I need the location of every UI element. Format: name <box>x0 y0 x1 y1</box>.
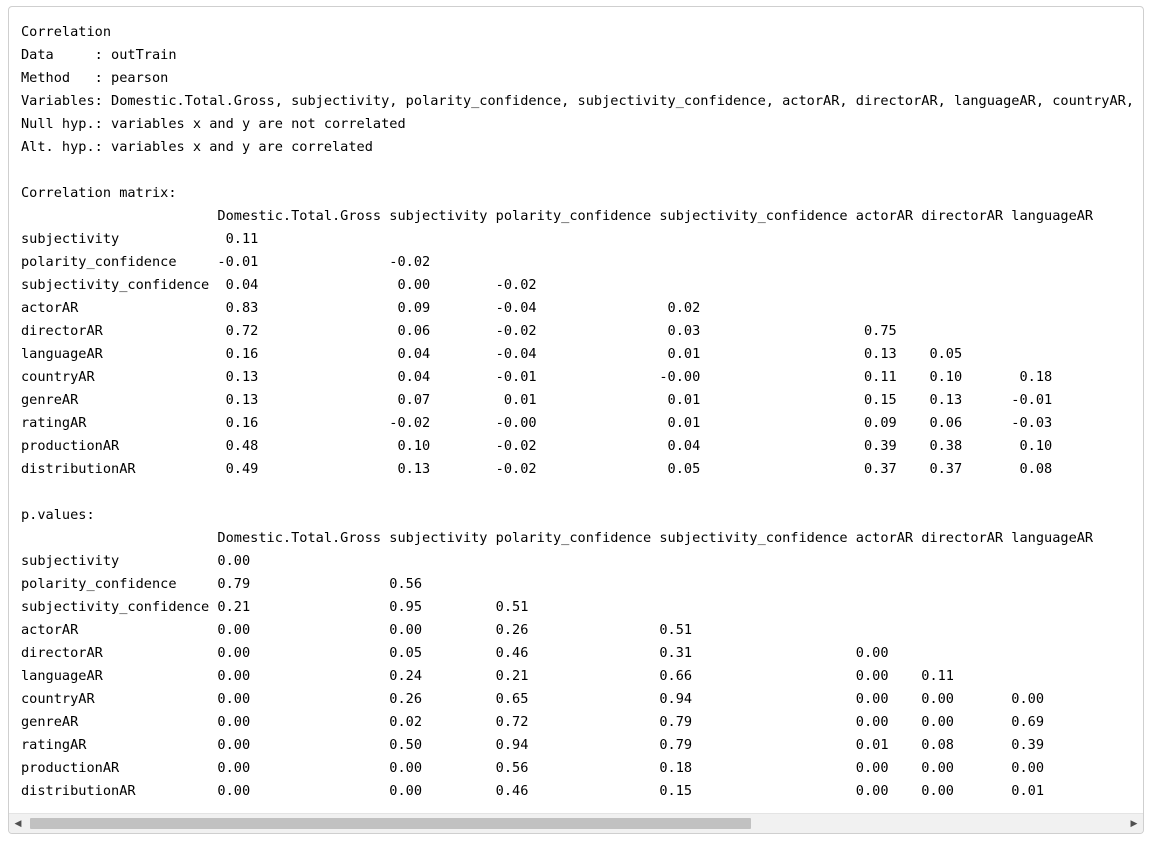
console-line: actorAR 0.83 0.09 -0.04 0.02 <box>21 300 701 316</box>
console-line: ratingAR 0.00 0.50 0.94 0.79 0.01 0.08 0… <box>21 737 1045 753</box>
output-panel: Correlation Data : outTrain Method : pea… <box>8 6 1144 834</box>
console-line: genreAR 0.00 0.02 0.72 0.79 0.00 0.00 0.… <box>21 714 1045 730</box>
console-line: polarity_confidence -0.01 -0.02 <box>21 254 431 270</box>
console-output: Correlation Data : outTrain Method : pea… <box>9 7 1143 803</box>
console-line: distributionAR 0.49 0.13 -0.02 0.05 0.37… <box>21 461 1053 477</box>
console-line: subjectivity 0.00 <box>21 553 251 569</box>
scroll-left-icon[interactable]: ◀ <box>9 814 27 833</box>
console-line: subjectivity 0.11 <box>21 231 259 247</box>
console-line: productionAR 0.00 0.00 0.56 0.18 0.00 0.… <box>21 760 1045 776</box>
console-line: Alt. hyp.: variables x and y are correla… <box>21 139 373 155</box>
console-line: countryAR 0.00 0.26 0.65 0.94 0.00 0.00 … <box>21 691 1045 707</box>
console-line: productionAR 0.48 0.10 -0.02 0.04 0.39 0… <box>21 438 1053 454</box>
console-line: Correlation <box>21 24 112 40</box>
console-line: ratingAR 0.16 -0.02 -0.00 0.01 0.09 0.06… <box>21 415 1053 431</box>
scroll-right-icon[interactable]: ▶ <box>1125 814 1143 833</box>
console-line: subjectivity_confidence 0.21 0.95 0.51 <box>21 599 529 615</box>
console-line: Method : pearson <box>21 70 169 86</box>
console-line: p.values: <box>21 507 95 523</box>
console-line: Correlation matrix: <box>21 185 177 201</box>
console-line: Domestic.Total.Gross subjectivity polari… <box>21 530 1094 546</box>
horizontal-scrollbar[interactable]: ◀ ▶ <box>9 813 1143 833</box>
console-line: genreAR 0.13 0.07 0.01 0.01 0.15 0.13 -0… <box>21 392 1053 408</box>
output-viewport: Correlation Data : outTrain Method : pea… <box>9 7 1143 815</box>
console-line: Data : outTrain <box>21 47 177 63</box>
console-line: directorAR 0.00 0.05 0.46 0.31 0.00 <box>21 645 889 661</box>
console-line: polarity_confidence 0.79 0.56 <box>21 576 423 592</box>
console-line: directorAR 0.72 0.06 -0.02 0.03 0.75 <box>21 323 897 339</box>
console-line: subjectivity_confidence 0.04 0.00 -0.02 <box>21 277 537 293</box>
console-line: languageAR 0.00 0.24 0.21 0.66 0.00 0.11 <box>21 668 954 684</box>
console-line: distributionAR 0.00 0.00 0.46 0.15 0.00 … <box>21 783 1045 799</box>
console-line: Domestic.Total.Gross subjectivity polari… <box>21 208 1094 224</box>
console-line: Variables: Domestic.Total.Gross, subject… <box>21 93 1143 109</box>
console-line: languageAR 0.16 0.04 -0.04 0.01 0.13 0.0… <box>21 346 963 362</box>
scrollbar-thumb[interactable] <box>30 818 751 829</box>
console-line: countryAR 0.13 0.04 -0.01 -0.00 0.11 0.1… <box>21 369 1053 385</box>
console-line: actorAR 0.00 0.00 0.26 0.51 <box>21 622 693 638</box>
console-line: Null hyp.: variables x and y are not cor… <box>21 116 406 132</box>
